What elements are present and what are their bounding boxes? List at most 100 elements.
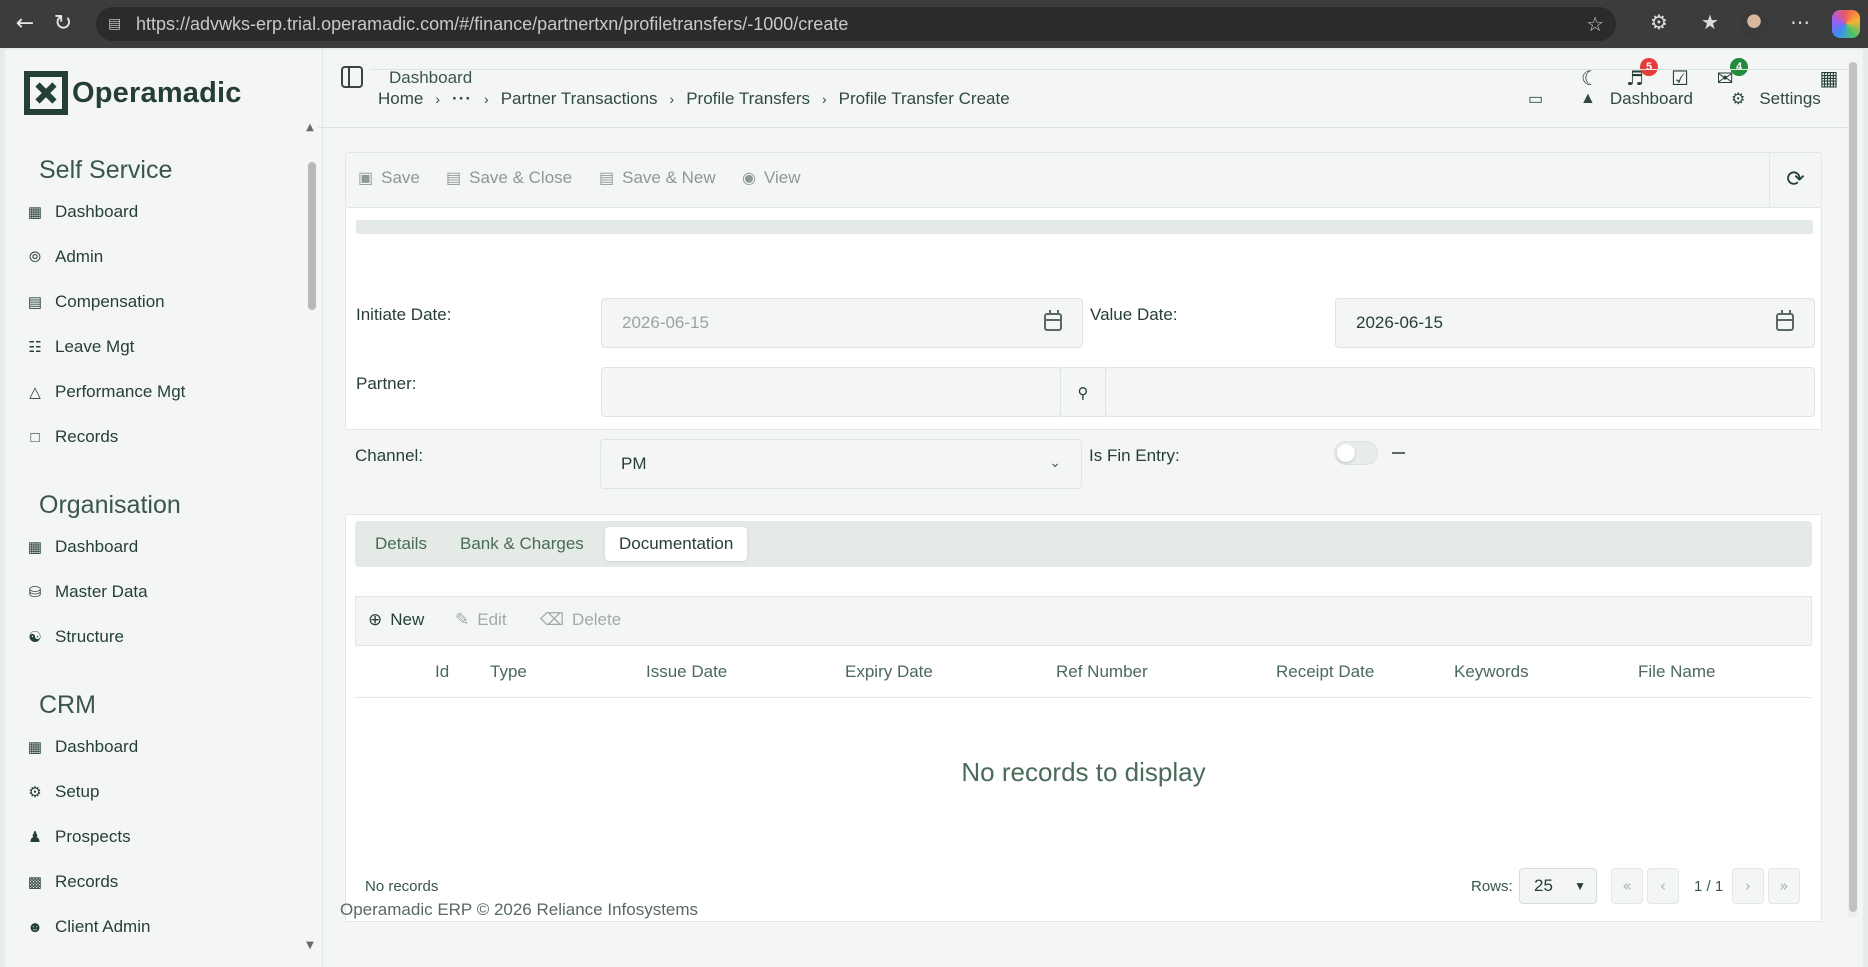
empty-message: No records to display (961, 757, 1206, 787)
breadcrumb-more[interactable]: ··· (452, 89, 472, 109)
delete-button[interactable]: ⌫ Delete (540, 610, 621, 630)
last-page-button[interactable]: » (1768, 868, 1800, 904)
more-menu-icon[interactable]: ⋯ (1786, 10, 1814, 34)
database-icon: ⛁ (28, 584, 42, 601)
chevron-right-icon: › (435, 91, 441, 107)
sidebar-item-performance-mgt[interactable]: △ Performance Mgt (25, 377, 295, 407)
sidebar-item-prospects[interactable]: ♟ Prospects (25, 822, 295, 852)
sidebar-item-organisation-dashboard[interactable]: ▦ Dashboard (25, 532, 295, 562)
favorites-icon[interactable]: ★ (1696, 10, 1724, 34)
sidebar-item-structure[interactable]: ☯ Structure (25, 622, 295, 652)
channel-select[interactable]: PM ⌄ (600, 439, 1082, 489)
main-scrollbar[interactable] (1848, 62, 1858, 917)
favorite-star-icon[interactable]: ☆ (1586, 12, 1604, 36)
column-header-keywords[interactable]: Keywords (1454, 662, 1529, 682)
mail-badge: 4 (1730, 58, 1748, 76)
progress-bar (356, 220, 1813, 234)
sidebar-item-compensation[interactable]: ▤ Compensation (25, 287, 295, 317)
page-info: 1 / 1 (1694, 878, 1724, 895)
channel-label: Channel: (355, 446, 424, 465)
sidebar: Operamadic Self Service ▦ Dashboard ⦾ Admi… (5, 50, 323, 967)
url-text[interactable]: https://advwks-erp.trial.operamadic.com/… (136, 14, 848, 35)
sidebar-item-admin[interactable]: ⦾ Admin (25, 242, 295, 272)
extensions-icon[interactable]: ⚙ (1645, 10, 1673, 34)
save-button[interactable]: ▣ Save (358, 168, 420, 188)
trash-icon: ⌫ (540, 610, 565, 629)
new-button[interactable]: ⊕ New (368, 610, 424, 630)
breadcrumb-settings-link[interactable]: ⚙ Settings (1731, 84, 1821, 114)
main-scroll-thumb[interactable] (1849, 62, 1857, 912)
sidebar-item-self-service-records[interactable]: □ Records (25, 422, 295, 452)
scroll-up-icon[interactable]: ▲ (304, 122, 316, 133)
value-date-label: Value Date: (1090, 305, 1178, 324)
browser-chrome: ← ↻ ▤ https://advwks-erp.trial.operamadi… (0, 0, 1868, 48)
partner-search-button[interactable]: ⚲ (1060, 367, 1106, 417)
brand-logo[interactable]: Operamadic (24, 71, 242, 115)
view-button[interactable]: ◉ View (742, 168, 801, 188)
sidebar-scroll-thumb[interactable] (308, 162, 316, 310)
save-new-button[interactable]: ▤ Save & New (599, 168, 716, 188)
column-header-issue-date[interactable]: Issue Date (646, 662, 727, 682)
logo-mark-icon (24, 71, 68, 115)
sidebar-item-crm-dashboard[interactable]: ▦ Dashboard (25, 732, 295, 762)
sidebar-item-leave-mgt[interactable]: ☷ Leave Mgt (25, 332, 295, 362)
rows-per-page-select[interactable]: 25 ▼ (1519, 868, 1597, 904)
browser-profile-avatar[interactable] (1740, 10, 1768, 38)
reload-icon[interactable]: ↻ (50, 11, 76, 37)
breadcrumb-partner-transactions[interactable]: Partner Transactions (501, 89, 658, 109)
next-page-button[interactable]: › (1732, 868, 1764, 904)
sitemap-icon: ☯ (28, 629, 42, 646)
plus-circle-icon: ⊕ (368, 610, 383, 629)
edit-button[interactable]: ✎ Edit (455, 610, 507, 630)
gears-icon: ⚙ (28, 784, 42, 801)
chevron-down-icon: ▼ (1574, 879, 1586, 893)
column-header-receipt-date[interactable]: Receipt Date (1276, 662, 1374, 682)
tab-bar: Details Bank & Charges Documentation (355, 521, 1812, 567)
chevron-down-icon: ⌄ (1049, 454, 1061, 470)
copilot-icon[interactable] (1832, 10, 1860, 38)
chevron-right-icon: › (669, 91, 675, 107)
prev-page-button[interactable]: ‹ (1647, 868, 1679, 904)
tab-documentation[interactable]: Documentation (605, 527, 748, 561)
sidebar-item-self-service-dashboard[interactable]: ▦ Dashboard (25, 197, 295, 227)
is-fin-entry-label: Is Fin Entry: (1089, 446, 1180, 465)
save-close-button[interactable]: ▤ Save & Close (446, 168, 572, 188)
breadcrumb-profile-transfers[interactable]: Profile Transfers (686, 89, 810, 109)
rows-label: Rows: (1471, 878, 1513, 895)
dashboard-icon: ▦ (27, 204, 43, 221)
user-gear-icon: ☻ (27, 918, 43, 936)
sidebar-item-setup[interactable]: ⚙ Setup (25, 777, 295, 807)
first-page-button[interactable]: « (1611, 868, 1643, 904)
admin-icon: ⦾ (28, 248, 41, 266)
sidebar-item-client-admin[interactable]: ☻ Client Admin (25, 912, 295, 942)
is-fin-entry-toggle[interactable] (1334, 441, 1378, 465)
partner-label: Partner: (356, 374, 417, 393)
tab-details[interactable]: Details (361, 527, 441, 561)
sidebar-item-crm-records[interactable]: ▩ Records (25, 867, 295, 897)
sidebar-item-master-data[interactable]: ⛁ Master Data (25, 577, 295, 607)
section-title-crm: CRM (39, 691, 96, 719)
divider (318, 127, 1858, 128)
column-header-file-name[interactable]: File Name (1638, 662, 1715, 682)
calendar-icon[interactable] (1776, 310, 1794, 331)
scroll-down-icon[interactable]: ▼ (304, 940, 316, 951)
partner-code-input[interactable] (601, 367, 1061, 417)
column-header-ref-number[interactable]: Ref Number (1056, 662, 1148, 682)
value-date-field[interactable]: 2026-06-15 (1335, 298, 1815, 348)
footer-copyright: Operamadic ERP © 2026 Reliance Infosyste… (340, 900, 699, 919)
tab-bank-charges[interactable]: Bank & Charges (446, 527, 598, 561)
column-header-expiry-date[interactable]: Expiry Date (845, 662, 933, 682)
address-bar[interactable]: ▤ https://advwks-erp.trial.operamadic.co… (96, 7, 1616, 41)
contact-book-icon: ▩ (27, 874, 43, 891)
brand-name: Operamadic (72, 76, 242, 109)
refresh-icon[interactable]: ⟳ (1769, 153, 1821, 207)
comments-button[interactable]: ▭ (1528, 84, 1557, 114)
site-info-icon[interactable]: ▤ (108, 16, 126, 32)
column-header-type[interactable]: Type (490, 662, 527, 682)
breadcrumb-home[interactable]: Home (378, 89, 423, 109)
breadcrumb-dashboard-link[interactable]: ▲ Dashboard (1580, 84, 1693, 114)
back-icon[interactable]: ← (12, 11, 38, 37)
sidebar-toggle-icon[interactable] (341, 66, 363, 88)
notifications-badge: 5 (1640, 58, 1658, 76)
column-header-id[interactable]: Id (435, 662, 449, 682)
